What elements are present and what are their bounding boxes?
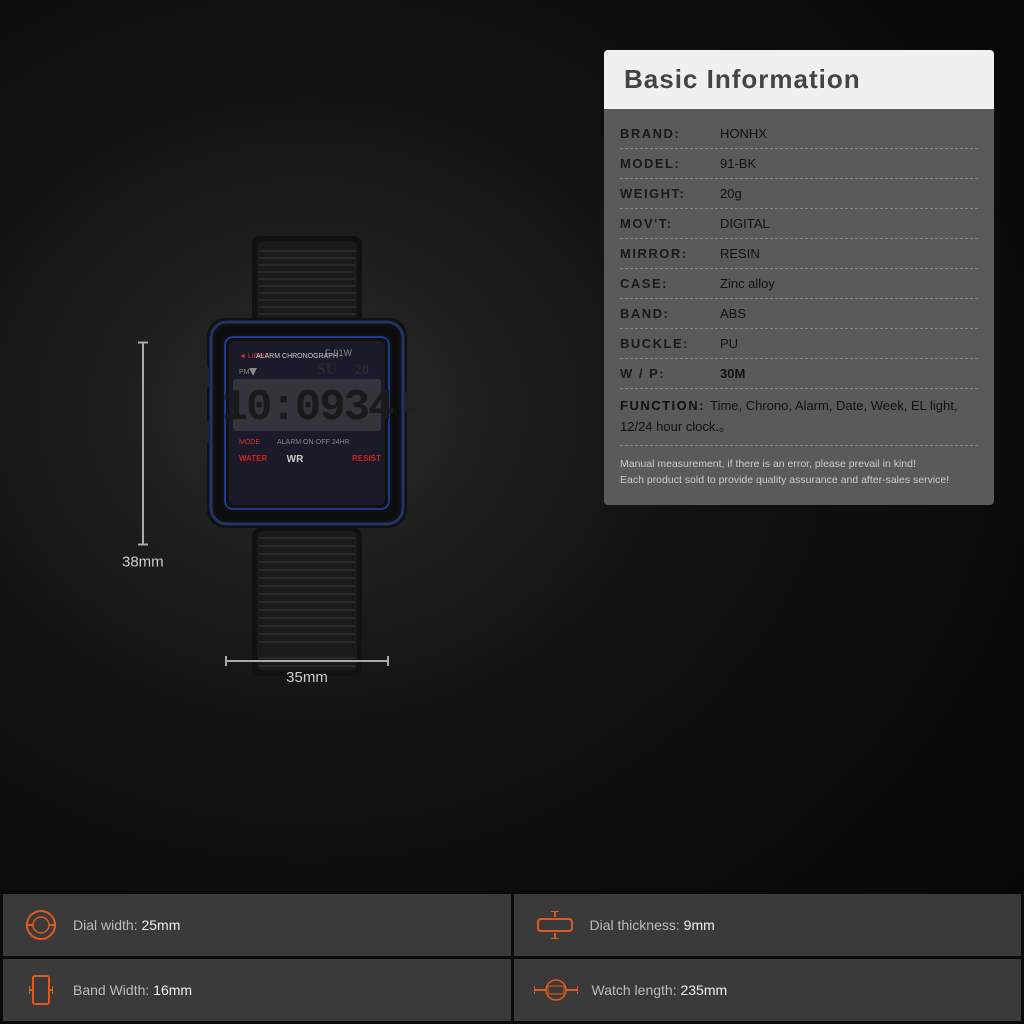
case-key: CASE: — [620, 276, 720, 291]
watch-container: 38mm — [177, 236, 437, 676]
info-body: BRAND: HONHX MODEL: 91-BK WEIGHT: 20g MO… — [604, 109, 994, 505]
note-line2: Each product sold to provide quality ass… — [620, 472, 978, 489]
info-header: Basic Information — [604, 50, 994, 109]
svg-text:PM: PM — [239, 369, 250, 376]
watch-length-label: Watch length: — [592, 982, 681, 998]
brand-key: BRAND: — [620, 126, 720, 141]
svg-text:WR: WR — [287, 454, 304, 465]
note-line1: Manual measurement, if there is an error… — [620, 456, 978, 473]
top-section: 38mm — [0, 0, 1024, 891]
dial-thickness-text: Dial thickness: 9mm — [590, 917, 715, 933]
svg-text:SU: SU — [317, 361, 338, 378]
buckle-value: PU — [720, 336, 978, 351]
mirror-value: RESIN — [720, 246, 978, 261]
watch-length-text: Watch length: 235mm — [592, 982, 728, 998]
movt-value: DIGITAL — [720, 216, 978, 231]
wp-key: W / P: — [620, 366, 720, 381]
spec-dial-thickness: Dial thickness: 9mm — [514, 894, 1022, 956]
function-key: FUNCTION: — [620, 398, 710, 413]
spec-watch-length: Watch length: 235mm — [514, 959, 1022, 1021]
dial-width-label: Dial width: — [73, 917, 141, 933]
info-row-case: CASE: Zinc alloy — [620, 269, 978, 299]
dial-width-icon — [23, 907, 59, 943]
svg-text:ALARM CHRONOGRAPH: ALARM CHRONOGRAPH — [256, 353, 338, 360]
weight-key: WEIGHT: — [620, 186, 720, 201]
model-value: 91-BK — [720, 156, 978, 171]
main-content: 38mm — [0, 0, 1024, 1024]
dim-height-label: 38mm — [122, 553, 164, 570]
dial-thickness-icon — [534, 911, 576, 939]
movt-key: MOV'T: — [620, 216, 720, 231]
model-key: MODEL: — [620, 156, 720, 171]
band-width-label: Band Width: — [73, 982, 153, 998]
band-value: ABS — [720, 306, 978, 321]
buckle-key: BUCKLE: — [620, 336, 720, 351]
dim-width-label: 35mm — [286, 669, 328, 686]
spec-band-width: Band Width: 16mm — [3, 959, 511, 1021]
info-row-mirror: MIRROR: RESIN — [620, 239, 978, 269]
dial-width-value: 25mm — [141, 917, 180, 933]
info-row-brand: BRAND: HONHX — [620, 119, 978, 149]
bottom-bar: Dial width: 25mm Dial thickness: 9mm — [0, 891, 1024, 1024]
info-title: Basic Information — [624, 64, 974, 95]
dial-thickness-value: 9mm — [684, 917, 715, 933]
band-width-value: 16mm — [153, 982, 192, 998]
info-row-function: FUNCTION: Time, Chrono, Alarm, Date, Wee… — [620, 389, 978, 446]
svg-text:MODE: MODE — [239, 439, 260, 446]
watch-area: 38mm — [30, 40, 584, 871]
svg-text:10:0934: 10:0934 — [222, 383, 394, 433]
spec-dial-width: Dial width: 25mm — [3, 894, 511, 956]
svg-text:ALARM ON·OFF 24HR: ALARM ON·OFF 24HR — [277, 439, 350, 446]
info-card: Basic Information BRAND: HONHX MODEL: 91… — [604, 50, 994, 505]
dial-width-text: Dial width: 25mm — [73, 917, 180, 933]
band-key: BAND: — [620, 306, 720, 321]
watch-length-icon — [534, 976, 578, 1004]
watch-image: F-91W ◄ LIGHT ALARM CHRONOGRAPH PM SU 20… — [177, 236, 437, 676]
svg-text:20: 20 — [355, 363, 369, 378]
svg-text:RESIST: RESIST — [352, 454, 381, 463]
function-content: FUNCTION: Time, Chrono, Alarm, Date, Wee… — [620, 396, 978, 438]
brand-value: HONHX — [720, 126, 978, 141]
info-row-buckle: BUCKLE: PU — [620, 329, 978, 359]
svg-text:WATER: WATER — [239, 454, 268, 463]
wp-value: 30M — [720, 366, 978, 381]
case-value: Zinc alloy — [720, 276, 978, 291]
mirror-key: MIRROR: — [620, 246, 720, 261]
info-row-weight: WEIGHT: 20g — [620, 179, 978, 209]
info-row-band: BAND: ABS — [620, 299, 978, 329]
weight-value: 20g — [720, 186, 978, 201]
info-row-wp: W / P: 30M — [620, 359, 978, 389]
band-width-icon — [23, 972, 59, 1008]
band-width-text: Band Width: 16mm — [73, 982, 192, 998]
watch-length-value: 235mm — [680, 982, 727, 998]
info-row-model: MODEL: 91-BK — [620, 149, 978, 179]
info-note: Manual measurement, if there is an error… — [620, 446, 978, 494]
dial-thickness-label: Dial thickness: — [590, 917, 684, 933]
info-row-movt: MOV'T: DIGITAL — [620, 209, 978, 239]
